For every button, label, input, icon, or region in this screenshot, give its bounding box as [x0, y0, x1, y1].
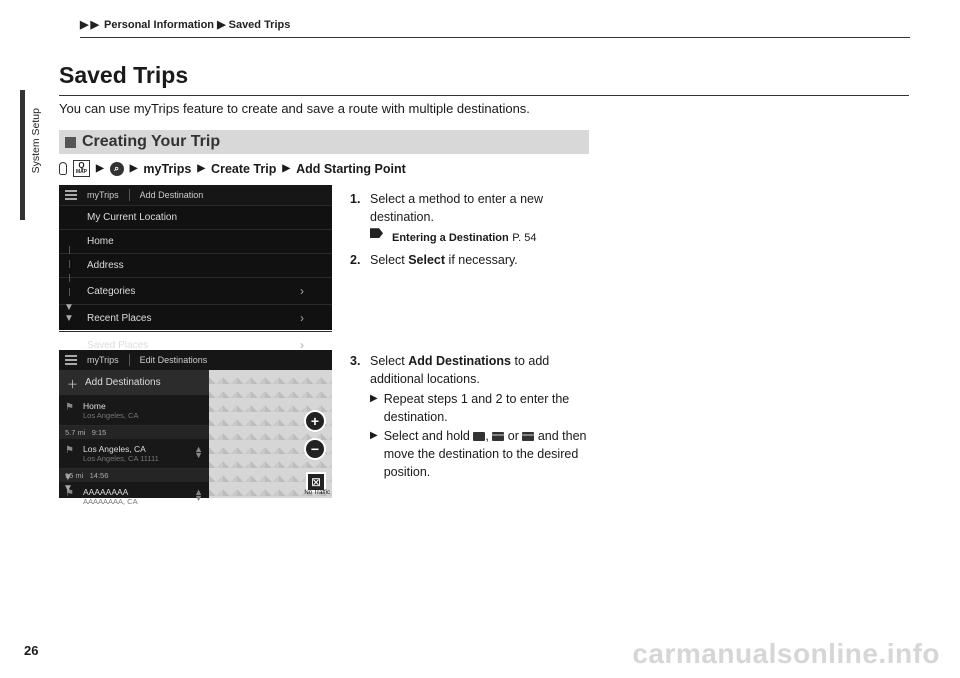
chevron-right-icon: ▶: [370, 429, 378, 444]
fig1-title-a: myTrips: [87, 190, 119, 200]
xref-title: Entering a Destination: [392, 232, 509, 244]
breadcrumb-b: Saved Trips: [229, 19, 291, 31]
map-traffic-label: No Traffic: [304, 490, 330, 496]
reorder-handle-icon: [522, 432, 534, 441]
double-chevron-down-icon: ▼▼: [64, 302, 74, 324]
instructions-block-1: 1. Select a method to enter a new destin…: [350, 190, 590, 271]
search-icon: ⌕: [110, 162, 124, 176]
chevron-right-icon: ▶: [282, 163, 290, 174]
nav-path: Q MAP ▶ ⌕ ▶ myTrips ▶ Create Trip ▶ Add …: [59, 160, 406, 177]
list-item: Home: [59, 230, 332, 254]
plus-icon: ＋: [67, 376, 78, 392]
chevron-right-icon: ▶: [96, 163, 104, 174]
step-3-sub-1: Repeat steps 1 and 2 to enter the destin…: [384, 390, 600, 426]
list-divider: 15 mi 14:56: [59, 469, 209, 482]
voice-icon: [59, 162, 67, 175]
fig2-destination-list: ＋ Add Destinations ⚑ Home Los Angeles, C…: [59, 370, 209, 498]
chevron-right-icon: ▶: [90, 19, 98, 31]
divider: [129, 189, 130, 201]
list-item: Recent Places›: [59, 305, 332, 332]
list-item: Categories›: [59, 278, 332, 305]
page-title: Saved Trips: [59, 62, 909, 96]
list-item: ⚑ Los Angeles, CA Los Angeles, CA 11111 …: [59, 439, 209, 469]
divider: [129, 354, 130, 366]
xref-arrow-icon: [370, 228, 383, 238]
breadcrumb: ▶▶ Personal Information ▶ Saved Trips: [80, 18, 910, 38]
close-icon: ⊠: [306, 472, 326, 492]
list-item: ⚑ Home Los Angeles, CA: [59, 396, 209, 426]
flag-icon: ⚑: [65, 402, 74, 413]
fig2-map: + − ⊠ No Traffic: [209, 370, 332, 498]
list-item: Address: [59, 254, 332, 278]
reorder-handle-icon: [492, 432, 504, 441]
chevron-right-icon: ▶: [217, 19, 229, 31]
watermark: carmanualsonline.info: [632, 638, 940, 670]
menu-icon: [65, 355, 77, 365]
reorder-icon: ▲▼: [194, 489, 203, 502]
step-number: 2.: [350, 251, 366, 269]
chevron-right-icon: ▶: [130, 163, 138, 174]
map-button-icon: Q MAP: [73, 160, 90, 177]
chevron-right-icon: ›: [300, 284, 304, 298]
chevron-right-icon: ›: [300, 311, 304, 325]
step-number: 1.: [350, 190, 366, 226]
reorder-icon: ▲▼: [194, 446, 203, 459]
list-item: ⚑ AAAAAAAA AAAAAAAA, CA ▲▼: [59, 482, 209, 511]
fig2-header: myTrips Edit Destinations: [59, 350, 332, 371]
list-item: My Current Location: [59, 206, 332, 230]
breadcrumb-a: Personal Information: [104, 19, 214, 31]
section-heading: Creating Your Trip: [59, 130, 589, 154]
step-2-text: Select Select if necessary.: [370, 251, 518, 269]
list-divider: 5.7 mi 9:15: [59, 426, 209, 439]
page-number: 26: [24, 643, 38, 658]
fig1-left-gutter: ▼▼: [59, 205, 79, 330]
double-chevron-down-icon: ▼▼: [63, 472, 73, 494]
screenshot-add-destination: myTrips Add Destination ▼▼ My Current Lo…: [59, 185, 332, 330]
instructions-block-2: 3. Select Add Destinations to add additi…: [350, 352, 600, 481]
zoom-out-icon: −: [304, 438, 326, 460]
step-3-text: Select Add Destinations to add additiona…: [370, 352, 600, 388]
screenshot-edit-destinations: myTrips Edit Destinations ＋ Add Destinat…: [59, 350, 332, 498]
step-number: 3.: [350, 352, 366, 388]
step-3-sub-2: Select and hold , or and then move the d…: [384, 427, 600, 481]
section-heading-text: Creating Your Trip: [82, 133, 220, 151]
fig1-header: myTrips Add Destination: [59, 185, 332, 206]
square-bullet-icon: [65, 137, 76, 148]
flag-icon: ⚑: [65, 445, 74, 456]
add-destinations-row: ＋ Add Destinations: [59, 370, 209, 396]
fig1-title-b: Add Destination: [140, 190, 204, 200]
fig2-title-b: Edit Destinations: [140, 355, 208, 365]
flag-handle-icon: [473, 432, 485, 441]
xref-page: P. 54: [512, 232, 536, 244]
nav-step-a: myTrips: [143, 162, 191, 176]
nav-step-c: Add Starting Point: [296, 162, 406, 176]
menu-icon: [65, 190, 77, 200]
nav-step-b: Create Trip: [211, 162, 276, 176]
fig2-title-a: myTrips: [87, 355, 119, 365]
step-1-text: Select a method to enter a new destinati…: [370, 190, 590, 226]
intro-text: You can use myTrips feature to create an…: [59, 100, 589, 118]
chevron-right-icon: ▶: [80, 19, 88, 31]
chevron-right-icon: ▶: [197, 163, 205, 174]
zoom-in-icon: +: [304, 410, 326, 432]
side-tab-label: System Setup: [30, 108, 42, 173]
chevron-right-icon: ▶: [370, 392, 378, 407]
